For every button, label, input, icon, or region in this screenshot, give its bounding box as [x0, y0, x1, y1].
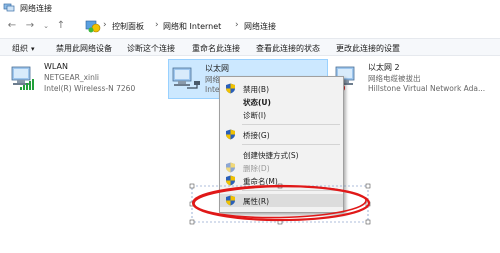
breadcrumb-network-internet[interactable]: 网络和 Internet: [163, 21, 221, 32]
chevron-down-icon: ▾: [31, 45, 35, 53]
breadcrumb-control-panel[interactable]: 控制面板: [112, 21, 144, 32]
connection-status: NETGEAR_xinli: [44, 73, 100, 82]
breadcrumb-separator-icon: ›: [235, 20, 239, 30]
organize-label: 组织: [12, 44, 28, 53]
menu-separator: [242, 190, 340, 191]
menu-item-label: 状态(U): [243, 98, 271, 107]
menu-item-bridge[interactable]: 桥接(G): [220, 128, 343, 141]
connection-ethernet-2[interactable]: 以太网 2 网络电缆被拔出 Hillstone Virtual Network …: [332, 59, 498, 99]
connection-adapter: Intel(R) Wireless-N 7260: [44, 84, 136, 93]
admin-shield-icon: [226, 195, 235, 206]
menu-item-disable[interactable]: 禁用(B): [220, 82, 343, 95]
connection-name: 以太网: [205, 64, 229, 73]
menu-item-properties[interactable]: 属性(R): [220, 194, 343, 207]
recent-dropdown-icon[interactable]: ⌄: [40, 20, 52, 32]
change-settings-button[interactable]: 更改此连接的设置: [336, 43, 400, 54]
connection-adapter: Hillstone Virtual Network Ada...: [368, 84, 486, 93]
forward-arrow-icon[interactable]: →: [24, 20, 36, 32]
control-panel-icon: [85, 20, 101, 33]
menu-item-label: 禁用(B): [243, 85, 269, 94]
menu-item-label: 桥接(G): [243, 131, 270, 140]
back-arrow-icon[interactable]: ←: [6, 20, 18, 32]
menu-item-label: 属性(R): [243, 197, 270, 206]
connection-status: 网络电缆被拔出: [368, 74, 421, 83]
connection-name: 以太网 2: [368, 63, 400, 72]
admin-shield-icon: [226, 83, 235, 94]
admin-shield-icon: [226, 175, 235, 186]
window-title: 网络连接: [20, 4, 52, 13]
menu-item-delete: 删除(D): [220, 161, 343, 174]
context-menu: 禁用(B) 状态(U) 诊断(I) 桥接(G) 创建快捷方式(S) 删除(D) …: [219, 76, 344, 213]
rename-button[interactable]: 重命名此连接: [192, 43, 240, 54]
ethernet-adapter-icon: [172, 67, 200, 89]
connection-status: 网络: [205, 75, 220, 84]
command-bar: 组织 ▾ 禁用此网络设备 诊断这个连接 重命名此连接 查看此连接的状态 更改此连接…: [0, 38, 500, 56]
menu-item-label: 创建快捷方式(S): [243, 151, 299, 160]
wireless-adapter-icon: [11, 66, 34, 90]
menu-separator: [242, 124, 340, 125]
menu-separator: [242, 144, 340, 145]
breadcrumb-separator-icon: ›: [103, 20, 107, 30]
breadcrumb-network-connections[interactable]: 网络连接: [244, 21, 276, 32]
menu-item-create-shortcut[interactable]: 创建快捷方式(S): [220, 148, 343, 161]
menu-item-status[interactable]: 状态(U): [220, 95, 343, 108]
menu-item-label: 重命名(M): [243, 177, 278, 186]
title-bar: 网络连接: [0, 0, 500, 16]
breadcrumb-separator-icon: ›: [155, 20, 159, 30]
menu-item-label: 删除(D): [243, 164, 270, 173]
admin-shield-icon: [226, 162, 235, 173]
menu-item-rename[interactable]: 重命名(M): [220, 174, 343, 187]
connection-wlan[interactable]: WLAN NETGEAR_xinli Intel(R) Wireless-N 7…: [8, 59, 148, 99]
diagnose-button[interactable]: 诊断这个连接: [127, 43, 175, 54]
connection-name: WLAN: [44, 62, 69, 71]
organize-button[interactable]: 组织 ▾: [12, 43, 35, 54]
network-connections-icon: [3, 3, 15, 12]
menu-item-label: 诊断(I): [243, 111, 267, 120]
view-status-button[interactable]: 查看此连接的状态: [256, 43, 320, 54]
admin-shield-icon: [226, 129, 235, 140]
address-row: ← → ⌄ ↑ › 控制面板 › 网络和 Internet › 网络连接: [0, 16, 500, 36]
menu-item-diagnose[interactable]: 诊断(I): [220, 108, 343, 121]
disable-device-button[interactable]: 禁用此网络设备: [56, 43, 112, 54]
up-arrow-icon[interactable]: ↑: [55, 20, 67, 32]
